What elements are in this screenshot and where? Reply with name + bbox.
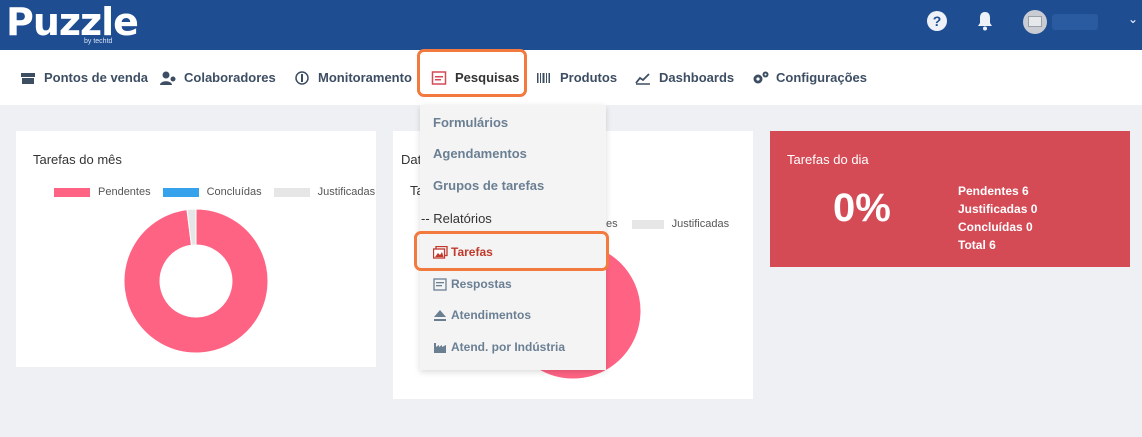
card-title: Dat: [401, 152, 422, 167]
nav-label: Dashboards: [659, 70, 735, 85]
stat-justificadas: Justificadas 0: [958, 202, 1038, 216]
legend-label[interactable]: Concluídas: [207, 186, 262, 198]
menu-item-atend-industria[interactable]: Atend. por Indústria: [433, 340, 565, 354]
avatar[interactable]: [1023, 10, 1047, 34]
chart-legend: Pendentes Concluídas Justificadas: [54, 186, 375, 198]
store-icon: [20, 70, 36, 86]
percent-value: 0%: [833, 186, 891, 230]
user-name-placeholder[interactable]: [1052, 14, 1098, 30]
menu-item-label: Respostas: [451, 277, 512, 291]
stat-pendentes: Pendentes 6: [958, 184, 1029, 198]
menu-item-formularios[interactable]: Formulários: [433, 115, 508, 130]
image-icon: [1028, 16, 1042, 27]
highlight-box-pesquisas: [417, 49, 527, 97]
nav-label: Monitoramento: [318, 70, 412, 85]
nav-label: Configurações: [776, 70, 868, 85]
menu-item-atendimentos[interactable]: Atendimentos: [433, 308, 531, 322]
card-title: Tarefas do dia: [787, 152, 869, 167]
legend-swatch-justificadas[interactable]: [631, 219, 664, 229]
brand-logo[interactable]: Puzzle: [6, 2, 139, 42]
chart-legend: es Justificadas: [606, 218, 729, 230]
legend-swatch-concluidas[interactable]: [162, 187, 199, 197]
eject-icon: [433, 309, 447, 322]
line-chart-icon: [635, 70, 651, 86]
industry-icon: [433, 341, 447, 354]
donut-chart-month[interactable]: [116, 201, 276, 361]
nav-produtos[interactable]: Produtos: [536, 50, 617, 105]
menu-item-grupos-de-tarefas[interactable]: Grupos de tarefas: [433, 178, 544, 193]
form-icon: [433, 277, 447, 291]
card-tarefas-mes: Tarefas do mês Pendentes Concluídas Just…: [16, 131, 376, 367]
menu-item-label: Atendimentos: [451, 308, 532, 322]
brand-sub: by techtd: [84, 38, 113, 45]
card-tarefas-dia: Tarefas do dia 0% Pendentes 6 Justificad…: [770, 131, 1130, 267]
legend-swatch-justificadas[interactable]: [273, 187, 310, 197]
legend-swatch-pendentes[interactable]: [54, 187, 90, 197]
help-icon[interactable]: ?: [927, 11, 947, 31]
legend-label[interactable]: Justificadas: [672, 218, 729, 230]
nav-label: Produtos: [560, 70, 618, 85]
nav-pontos-de-venda[interactable]: Pontos de venda: [20, 50, 148, 105]
bell-icon[interactable]: [976, 11, 994, 36]
chevron-down-icon[interactable]: ⌄: [1128, 12, 1138, 26]
legend-label[interactable]: es: [606, 218, 618, 230]
nav-label: Pontos de venda: [44, 70, 149, 85]
legend-label[interactable]: Justificadas: [318, 186, 375, 198]
menu-section-relatorios: -- Relatórios: [421, 211, 492, 226]
nav-dashboards[interactable]: Dashboards: [635, 50, 734, 105]
menu-item-agendamentos[interactable]: Agendamentos: [433, 146, 527, 161]
nav-label: Colaboradores: [184, 70, 276, 85]
day-stats: Pendentes 6 Justificadas 0 Concluídas 0 …: [958, 182, 1037, 254]
stat-total: Total 6: [958, 238, 996, 252]
menu-item-label: Atend. por Indústria: [451, 340, 565, 354]
legend-label[interactable]: Pendentes: [98, 186, 151, 198]
stat-concluidas: Concluídas 0: [958, 220, 1033, 234]
monitor-icon: [294, 70, 310, 86]
card-title: Tarefas do mês: [33, 152, 122, 167]
top-bar: Puzzle by techtd ? ⌄: [0, 0, 1142, 50]
nav-configuracoes[interactable]: Configurações: [752, 50, 867, 105]
highlight-box-tarefas: [414, 231, 609, 271]
gears-icon: [752, 70, 769, 86]
barcode-icon: [536, 70, 552, 86]
nav-colaboradores[interactable]: Colaboradores: [160, 50, 276, 105]
users-icon: [160, 70, 176, 86]
menu-item-respostas[interactable]: Respostas: [433, 277, 512, 291]
main-nav: Pontos de venda Colaboradores Monitorame…: [0, 50, 1142, 105]
nav-monitoramento[interactable]: Monitoramento: [294, 50, 412, 105]
